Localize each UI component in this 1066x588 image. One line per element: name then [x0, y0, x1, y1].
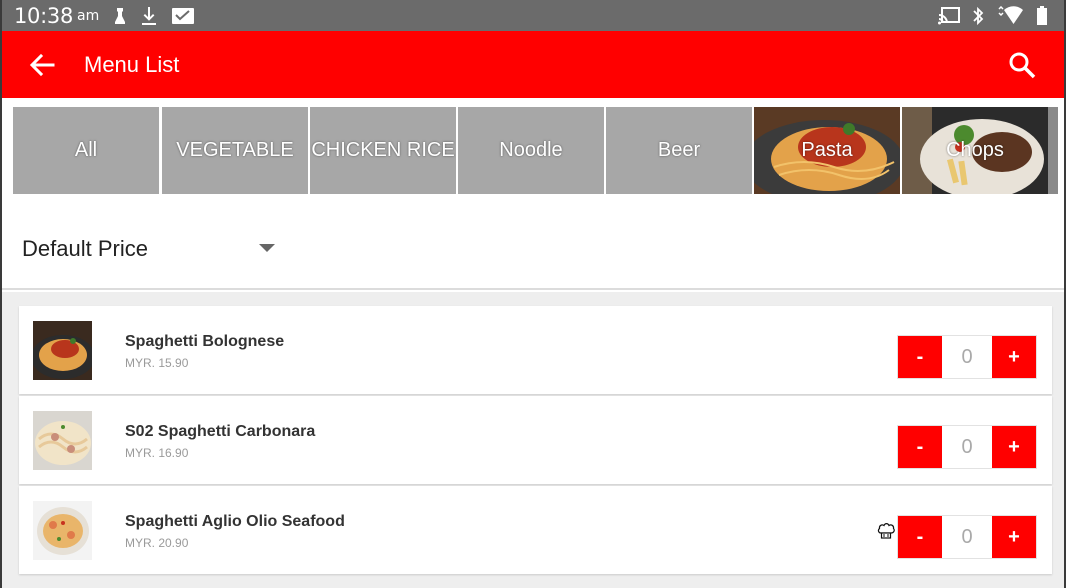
quantity-value[interactable]: 0: [942, 426, 992, 468]
price-row: Default Price: [2, 204, 1064, 290]
item-thumbnail: [33, 321, 92, 380]
price-dropdown-value: Default Price: [22, 236, 148, 261]
quantity-stepper: - 0 +: [897, 425, 1037, 469]
category-label: CHICKEN RICE: [311, 139, 455, 161]
chef-hat-icon: [877, 522, 895, 540]
item-name: Spaghetti Aglio Olio Seafood: [125, 513, 345, 530]
increase-button[interactable]: +: [992, 426, 1036, 468]
category-label: Noodle: [499, 139, 563, 161]
download-icon: [141, 6, 157, 26]
status-time: 10:38: [14, 3, 74, 28]
increase-button[interactable]: +: [992, 516, 1036, 558]
decrease-button[interactable]: -: [898, 426, 942, 468]
search-button[interactable]: [1002, 45, 1042, 85]
item-price: MYR. 16.90: [125, 446, 189, 460]
bluetooth-icon: [972, 6, 984, 26]
search-icon: [1009, 52, 1036, 78]
category-label: Chops: [946, 139, 1004, 161]
app-bar: Menu List: [2, 31, 1064, 98]
category-tile-chops[interactable]: Chops: [902, 107, 1048, 194]
item-thumbnail: [33, 501, 92, 560]
category-strip: All VEGETABLE CHICKEN RICE Noodle Beer P…: [2, 98, 1064, 204]
page-title: Menu List: [84, 51, 180, 77]
item-name: S02 Spaghetti Carbonara: [125, 423, 316, 440]
quantity-value[interactable]: 0: [942, 516, 992, 558]
menu-item[interactable]: S02 Spaghetti Carbonara MYR. 16.90 - 0 +: [19, 396, 1052, 484]
category-tile-partial[interactable]: [1048, 107, 1058, 194]
mail-icon: [171, 6, 195, 26]
item-name: Spaghetti Bolognese: [125, 333, 285, 350]
category-label: VEGETABLE: [176, 139, 294, 161]
category-label: Pasta: [801, 139, 853, 161]
decrease-button[interactable]: -: [898, 336, 942, 378]
menu-item[interactable]: Spaghetti Bolognese MYR. 15.90 - 0 +: [19, 306, 1052, 394]
battery-icon: [1036, 5, 1048, 26]
menu-item[interactable]: Spaghetti Aglio Olio Seafood MYR. 20.90 …: [19, 486, 1052, 574]
dropdown-caret-icon: [259, 244, 275, 252]
item-thumbnail: [33, 411, 92, 470]
price-dropdown[interactable]: Default Price: [22, 232, 282, 266]
category-tile-pasta[interactable]: Pasta: [754, 107, 900, 194]
cast-icon: [938, 6, 960, 25]
app-screen: 10:38 am Menu List All VEGETABLE CHICKEN…: [0, 0, 1066, 588]
status-ampm: am: [77, 7, 100, 24]
item-price: MYR. 15.90: [125, 356, 189, 370]
back-button[interactable]: [12, 31, 72, 98]
menu-list: Spaghetti Bolognese MYR. 15.90 - 0 + S02: [2, 292, 1064, 588]
category-tile-all[interactable]: All: [13, 107, 159, 194]
decrease-button[interactable]: -: [898, 516, 942, 558]
wifi-icon: [996, 5, 1024, 26]
notification-icon: [113, 6, 127, 26]
quantity-stepper: - 0 +: [897, 335, 1037, 379]
quantity-value[interactable]: 0: [942, 336, 992, 378]
category-label: Beer: [657, 139, 701, 161]
item-price: MYR. 20.90: [125, 536, 189, 550]
category-tile-vegetable[interactable]: VEGETABLE: [162, 107, 308, 194]
quantity-stepper: - 0 +: [897, 515, 1037, 559]
status-bar: 10:38 am: [2, 0, 1064, 31]
back-arrow-icon: [29, 53, 55, 76]
category-tile-noodle[interactable]: Noodle: [458, 107, 604, 194]
category-label: All: [74, 139, 98, 161]
increase-button[interactable]: +: [992, 336, 1036, 378]
category-tile-beer[interactable]: Beer: [606, 107, 752, 194]
category-tile-chicken-rice[interactable]: CHICKEN RICE: [310, 107, 456, 194]
